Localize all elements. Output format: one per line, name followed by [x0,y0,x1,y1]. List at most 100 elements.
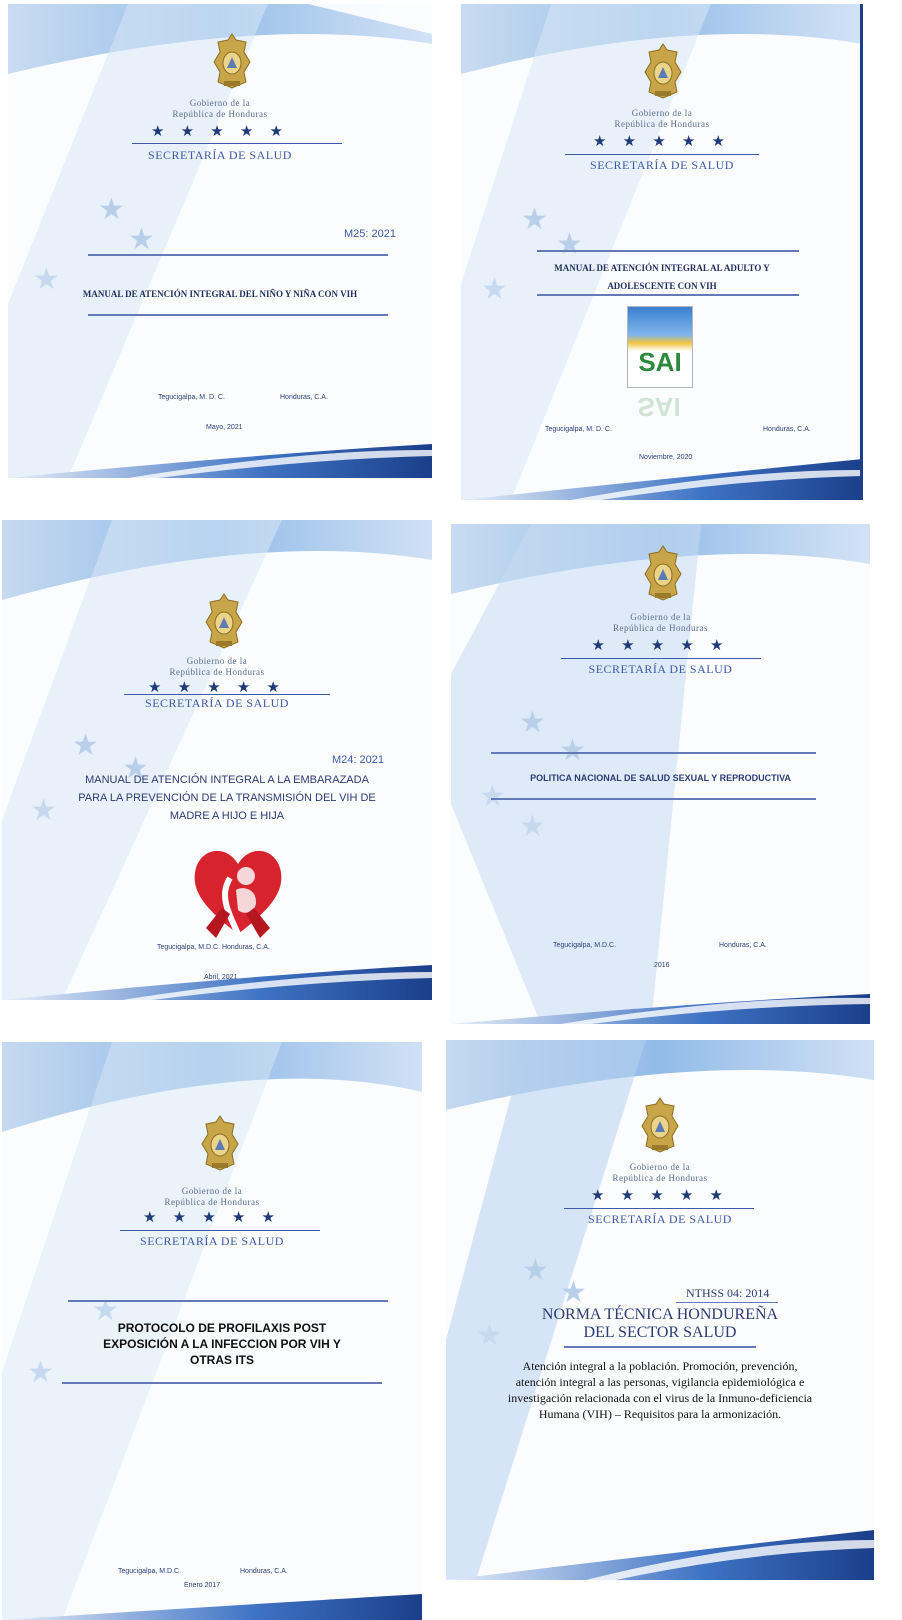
svg-text:★: ★ [521,203,548,236]
honduras-coat-of-arms-icon [638,1096,682,1154]
document-title: MANUAL DE ATENCIÓN INTEGRAL AL ADULTO Y … [501,259,823,295]
gov-line-2: República de Honduras [169,667,265,677]
title-line-1: PROTOCOLO DE PROFILAXIS POST [117,1321,327,1335]
cover-norma-tecnica: ★ ★ ★ Gobierno de la República de Hondur… [446,1040,874,1580]
publication-date: Noviembre, 2020 [639,454,693,461]
divider [565,154,759,155]
ministry-name: SECRETARÍA DE SALUD [140,1234,284,1248]
place-country: Honduras, C.A. [240,1568,288,1575]
divider [124,694,330,695]
document-title: NORMA TÉCNICA HONDUREÑA DEL SECTOR SALUD [486,1306,834,1342]
gov-line-1: Gobierno de la [189,98,251,108]
place-city: Tegucigalpa, M. D. C. [545,426,612,433]
gov-line-2: República de Honduras [172,109,268,119]
title-line-1: NORMA TÉCNICA HONDUREÑA [541,1306,779,1323]
title-rule-bottom [88,314,388,316]
publication-date: Enero 2017 [184,1582,221,1589]
gov-line-1: Gobierno de la [631,108,693,118]
document-title: PROTOCOLO DE PROFILAXIS POST EXPOSICIÓN … [32,1320,412,1368]
title-rule-top [88,254,388,256]
title-rule-bottom [537,294,799,296]
title-line-2: EXPOSICIÓN A LA INFECCION POR VIH Y [103,1337,341,1351]
title-line-3: MADRE A HIJO E HIJA [169,810,285,822]
cover-manual-embarazada: ★ ★ ★ Gobierno de la República de Hondur… [2,520,432,1000]
svg-text:★: ★ [519,706,546,739]
title-rule-bottom [491,798,816,800]
gov-line-2: República de Honduras [164,1197,260,1207]
honduras-coat-of-arms-icon [210,32,254,90]
honduras-coat-of-arms-icon [198,1114,242,1172]
desc-line-1: Atención integral a la población. Promoc… [522,1359,798,1373]
gov-line-1: Gobierno de la [629,1162,691,1172]
title-line-3: OTRAS ITS [189,1353,254,1367]
document-title: MANUAL DE ATENCIÓN INTEGRAL DEL NIÑO Y N… [82,289,358,299]
code-underline [676,1302,778,1303]
place: Tegucigalpa, M.D.C. Honduras, C.A. [157,944,270,951]
honduras-coat-of-arms-icon [641,544,685,602]
place-country: Honduras, C.A. [719,942,767,949]
svg-text:★: ★ [556,228,583,261]
svg-text:★: ★ [72,729,99,762]
honduras-coat-of-arms-icon [641,42,685,100]
decor-star: ★ [128,223,155,256]
stars-row: ★ ★ ★ ★ ★ [143,1209,281,1226]
svg-text:★: ★ [519,810,546,843]
ministry-name: SECRETARÍA DE SALUD [588,1212,732,1226]
cover-protocolo-profilaxis: ★ ★ Gobierno de la República de Honduras… [2,1042,422,1620]
desc-line-2: atención integral a las personas, vigila… [515,1375,805,1389]
document-code: M25: 2021 [344,228,396,240]
gov-line-2: República de Honduras [614,119,710,129]
title-line-1: MANUAL DE ATENCIÓN INTEGRAL AL ADULTO Y [554,263,770,273]
gov-line-1: Gobierno de la [630,612,691,622]
cover-politica-nacional: ★ ★ ★ ★ Gobierno de la República de Hond… [451,524,870,1024]
heart-ribbon-icon [194,850,282,938]
document-code: NTHSS 04: 2014 [686,1286,770,1300]
sai-logo: SAI [627,306,693,388]
svg-text:★: ★ [522,1254,549,1287]
sai-logo-reflection: SAI [637,392,681,422]
title-rule-bottom [62,1382,382,1384]
gov-line-1: Gobierno de la [181,1186,243,1196]
gov-line-1: Gobierno de la [186,656,248,666]
gov-line-2: República de Honduras [612,1173,708,1183]
title-rule-top [537,250,799,252]
title-line-2: DEL SECTOR SALUD [583,1324,737,1341]
place-country: Honduras, C.A. [280,394,328,401]
publication-date: Abril, 2021 [204,974,238,981]
title-line-1: MANUAL DE ATENCIÓN INTEGRAL A LA EMBARAZ… [85,774,369,786]
ministry-name: SECRETARÍA DE SALUD [148,148,292,162]
sai-logo-text: SAI [638,347,682,377]
divider [132,143,342,144]
divider [564,1208,754,1209]
gov-line-2: República de Honduras [613,623,708,633]
stars-row: ★ ★ ★ ★ ★ [591,637,730,654]
divider [561,658,761,659]
title-rule-top [491,752,816,754]
cover-manual-adulto-adolescente: ★ ★ ★ Gobierno de la República de Hondur… [461,4,863,500]
honduras-coat-of-arms-icon [202,592,246,650]
place-city: Tegucigalpa, M. D. C. [158,394,225,401]
title-line-2: PARA LA PREVENCIÓN DE LA TRANSMISIÓN DEL… [78,792,376,804]
stars-row: ★ ★ ★ ★ ★ [591,1187,729,1204]
svg-text:★: ★ [479,780,506,813]
desc-line-4: Humana (VIH) – Requisitos para la armoni… [538,1407,782,1421]
ministry-name: SECRETARÍA DE SALUD [590,158,734,172]
title-rule-bottom [564,1346,756,1348]
desc-line-3: investigación relacionada con el virus d… [507,1391,813,1405]
place-city: Tegucigalpa, M.D.C. [553,942,617,949]
ministry-name: SECRETARÍA DE SALUD [145,696,289,710]
ministry-name: SECRETARÍA DE SALUD [588,662,733,676]
place-country: Honduras, C.A. [763,426,811,433]
document-description: Atención integral a la población. Promoc… [460,1358,860,1422]
place-city: Tegucigalpa, M.D.C. [118,1568,182,1575]
publication-date: 2016 [654,962,670,969]
cover-manual-nino-nina: ★ ★ ★ Gobierno de la República de Hondur… [8,4,432,478]
title-rule-top [68,1300,388,1302]
document-title: MANUAL DE ATENCIÓN INTEGRAL A LA EMBARAZ… [42,771,412,825]
title-line-2: ADOLESCENTE CON VIH [607,281,717,291]
decor-star: ★ [98,193,125,226]
publication-date: Mayo, 2021 [206,424,243,431]
stars-row: ★ ★ ★ ★ ★ [593,133,731,150]
svg-text:★: ★ [560,1276,587,1309]
svg-text:★: ★ [559,734,586,767]
